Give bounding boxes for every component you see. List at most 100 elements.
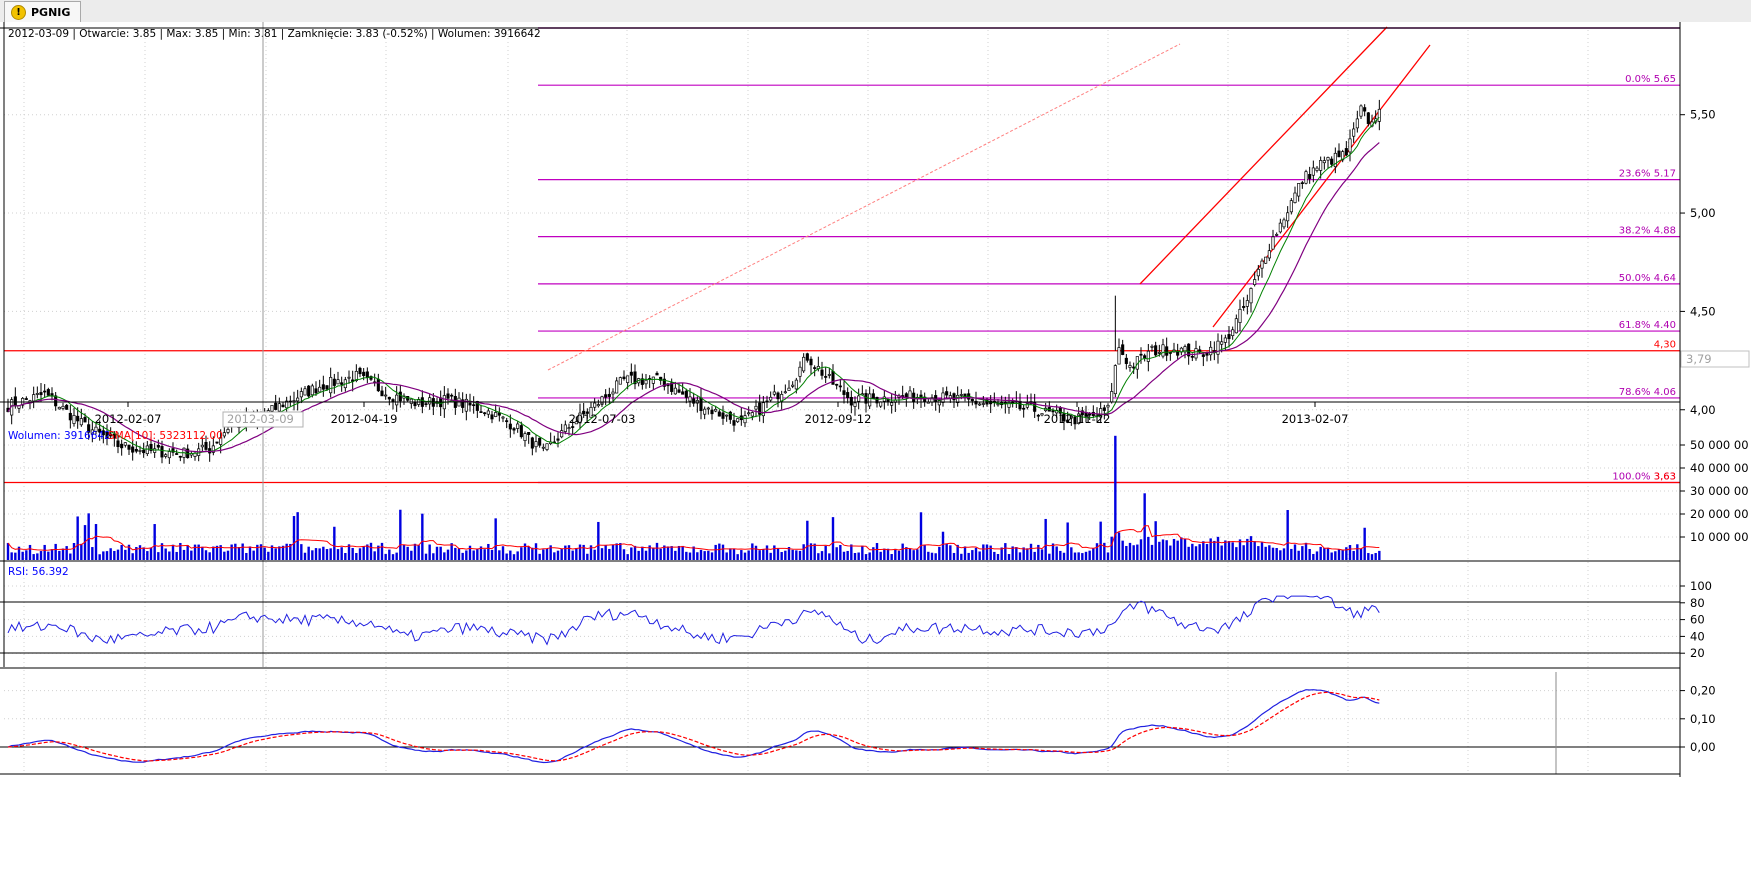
candle-body: [57, 406, 61, 410]
volume-bar: [1183, 538, 1187, 560]
candle-body: [497, 412, 501, 416]
volume-bar: [450, 543, 453, 560]
rsi-tick-label: 40: [1690, 629, 1705, 643]
chart-area[interactable]: 2012-03-09 | Otwarcie: 3.85 | Max: 3.85 …: [0, 22, 1751, 872]
candle-body: [527, 432, 531, 435]
tab-bar: ! PGNIG: [0, 0, 1751, 23]
volume-bar: [659, 548, 662, 560]
candle-body: [1319, 160, 1323, 171]
candle-body: [1267, 250, 1271, 259]
volume-bar: [476, 548, 479, 560]
volume-bar: [630, 547, 633, 560]
volume-bar: [747, 550, 750, 560]
candle-body: [908, 390, 912, 399]
volume-bar: [1202, 541, 1205, 560]
volume-bar: [245, 552, 248, 560]
candle-body: [747, 412, 751, 415]
candle-body: [1106, 404, 1110, 408]
candle-body: [1315, 167, 1319, 171]
candle-body: [1216, 340, 1220, 355]
volume-bar: [974, 547, 978, 560]
candle-body: [314, 388, 318, 394]
candle-body: [307, 385, 311, 397]
volume-bar: [1029, 543, 1033, 560]
volume-bar: [817, 553, 820, 560]
volume-bar: [883, 548, 886, 560]
candle-body: [754, 405, 758, 410]
volume-bar: [615, 543, 618, 560]
volume-bar: [993, 551, 996, 560]
volume-bar: [168, 551, 171, 560]
volume-bar: [1378, 550, 1381, 560]
volume-bar: [446, 549, 450, 560]
volume-bar: [1286, 510, 1289, 560]
candle-body: [769, 396, 773, 401]
volume-bar: [978, 551, 981, 560]
candle-body: [677, 389, 681, 393]
volume-bar: [1260, 542, 1264, 560]
volume-bar: [1315, 551, 1319, 560]
volume-bar: [912, 550, 915, 560]
candle-body: [824, 376, 828, 378]
volume-bar: [58, 550, 61, 560]
volume-bar: [494, 518, 497, 560]
date-cursor-label: 2012-03-09: [227, 412, 294, 426]
volume-bar: [318, 548, 321, 560]
candle-body: [541, 446, 545, 449]
volume-bar: [773, 545, 776, 560]
volume-bar: [1231, 542, 1234, 560]
candle-body: [725, 414, 729, 417]
volume-bar: [1033, 551, 1036, 560]
volume-bar: [91, 547, 94, 560]
candle-body: [153, 448, 157, 453]
volume-bar: [652, 547, 655, 560]
candle-body: [809, 358, 813, 366]
candle-body: [842, 390, 846, 395]
date-label: 2012-07-03: [569, 412, 636, 426]
volume-bar: [1275, 548, 1278, 560]
volume-bar: [604, 544, 607, 560]
volume-bar: [43, 544, 46, 560]
candle-body: [68, 412, 72, 421]
candle-body: [160, 446, 164, 458]
tab-pgnig[interactable]: ! PGNIG: [4, 1, 82, 22]
volume-bar: [98, 554, 101, 560]
candle-body: [776, 392, 780, 400]
candle-body: [571, 426, 575, 428]
candle-body: [365, 371, 369, 379]
volume-bar: [373, 551, 376, 560]
volume-bar: [666, 546, 670, 560]
price-tick-label: 5,00: [1690, 206, 1716, 220]
volume-bar: [791, 549, 794, 560]
candle-body: [145, 445, 149, 455]
volume-bar: [1106, 552, 1110, 560]
volume-bar: [285, 543, 288, 560]
volume-bar: [1128, 542, 1132, 560]
candle-body: [1245, 300, 1249, 307]
volume-bar: [1304, 542, 1308, 560]
candle-body: [1359, 105, 1363, 117]
volume-bar: [391, 554, 395, 560]
candle-body: [325, 385, 329, 390]
volume-bar: [721, 544, 725, 560]
volume-bar: [1213, 540, 1216, 560]
volume-bar: [1242, 545, 1245, 560]
volume-bar: [897, 550, 901, 560]
candle-body: [299, 391, 303, 398]
candle-body: [1264, 256, 1268, 264]
candle-body: [127, 444, 131, 450]
volume-bar: [113, 550, 116, 560]
candle-body: [853, 402, 857, 407]
volume-bar: [732, 548, 736, 560]
volume-bar: [358, 548, 362, 560]
candle-body: [1161, 344, 1165, 357]
candle-body: [156, 444, 160, 448]
volume-bar: [864, 554, 868, 560]
volume-bar: [303, 552, 307, 560]
volume-bar: [146, 551, 149, 560]
volume-bar: [934, 553, 937, 560]
candle-body: [39, 392, 43, 396]
candle-body: [1355, 118, 1359, 129]
volume-bar: [461, 552, 464, 560]
volume-bar: [927, 551, 930, 560]
